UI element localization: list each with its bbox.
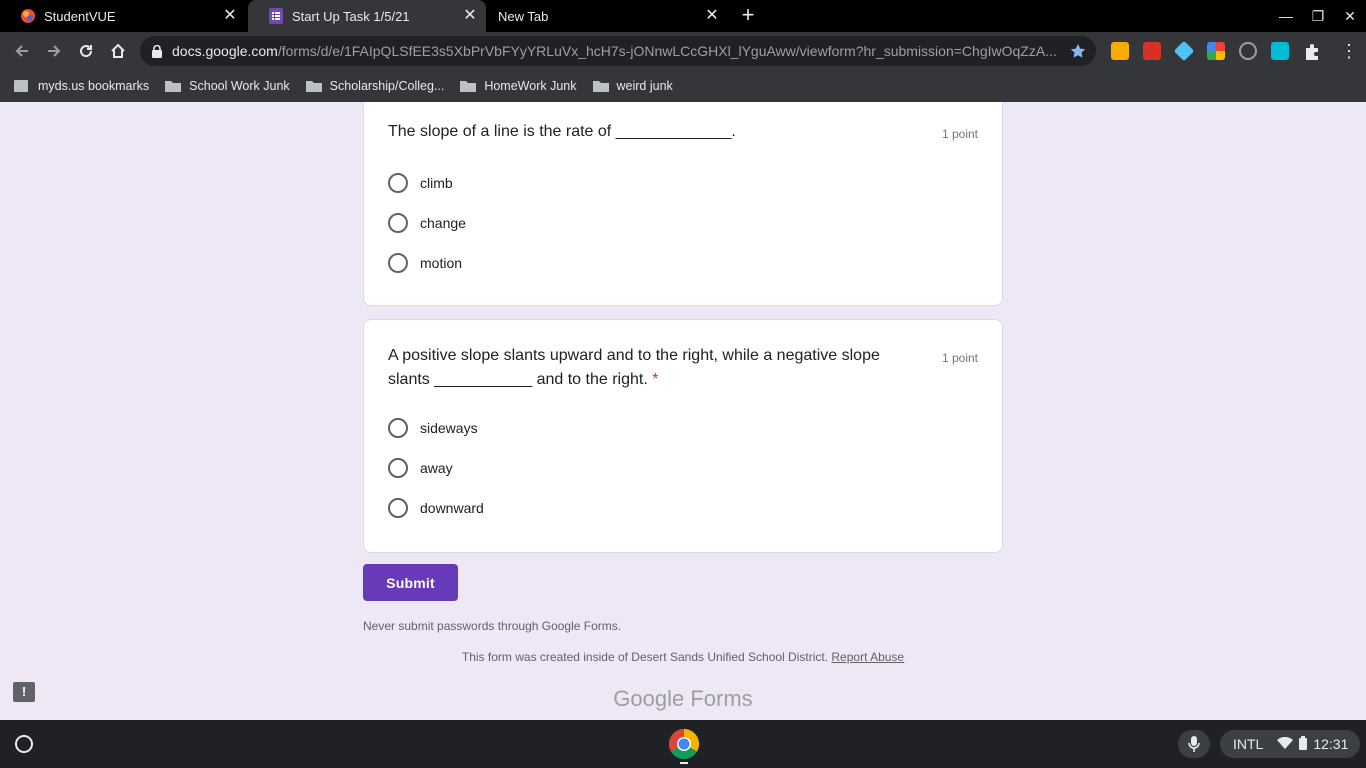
radio-option-downward[interactable]: downward [388,496,484,520]
tab-title: New Tab [498,8,549,24]
menu-kebab-icon[interactable]: ⋮ [1340,42,1358,60]
question-card-1: The slope of a line is the rate of _____… [363,102,1003,306]
bookmark-star-icon[interactable] [1070,43,1086,59]
bookmark-folder-weird[interactable]: weird junk [592,79,673,93]
radio-option-climb[interactable]: climb [388,171,453,195]
option-label: motion [420,255,463,271]
radio-option-away[interactable]: away [388,456,453,480]
home-icon[interactable] [106,39,130,63]
wifi-icon [1277,736,1294,752]
radio-option-motion[interactable]: motion [388,251,462,275]
bookmark-label: Scholarship/Colleg... [329,79,445,93]
radio-option-change[interactable]: change [388,211,466,235]
bookmark-label: myds.us bookmarks [38,79,150,93]
radio-button[interactable] [388,498,408,518]
address-bar[interactable]: docs.google.com/forms/d/e/1FAIpQLSfEE3s5… [140,36,1096,66]
clock-time: 12:31 [1313,736,1349,752]
url-text: docs.google.com/forms/d/e/1FAIpQLSfEE3s5… [172,43,1062,59]
google-forms-logo: Google Forms [613,686,753,711]
radio-button[interactable] [388,253,408,273]
page-icon [14,80,28,92]
url-path: /forms/d/e/1FAIpQLSfEE3s5XbPrVbFYyYRLuVx… [277,43,1057,59]
link-extension-icon[interactable] [1271,42,1289,60]
bookmark-extension-icon[interactable] [1143,42,1161,60]
puzzle-extensions-icon[interactable] [1303,43,1321,61]
folder-icon [165,81,182,92]
close-icon[interactable]: ✕ [222,8,238,24]
studentvue-icon [20,8,36,24]
bookmark-folder-homework[interactable]: HomeWork Junk [460,79,577,93]
bookmark-label: School Work Junk [189,79,290,93]
form-origin-note: This form was created inside of Desert S… [0,650,1366,664]
option-label: climb [420,175,453,191]
power-extension-icon[interactable] [1239,42,1257,60]
question-card-2: A positive slope slants upward and to th… [363,319,1003,553]
required-asterisk: * [652,371,659,388]
bookmark-label: weird junk [616,79,673,93]
radio-option-sideways[interactable]: sideways [388,416,478,440]
close-icon[interactable]: ✕ [462,8,478,24]
bookmark-folder-school-work[interactable]: School Work Junk [165,79,290,93]
input-method-label: INTL [1233,736,1264,752]
classroom-extension-icon[interactable] [1111,42,1129,60]
tab-title: StudentVUE [44,8,116,24]
radio-button[interactable] [388,418,408,438]
bookmark-myds[interactable]: myds.us bookmarks [14,79,149,93]
chrome-icon[interactable] [668,728,700,760]
question-text: The slope of a line is the rate of _____… [388,123,736,140]
launcher-icon[interactable] [15,735,33,753]
lock-icon [152,44,164,58]
minimize-icon[interactable]: — [1276,6,1296,26]
option-label: away [420,460,453,476]
tab-strip: StudentVUE ✕ Start Up Task 1/5/21 ✕ New … [0,0,1366,32]
back-arrow-icon[interactable] [10,39,34,63]
close-icon[interactable]: ✕ [704,8,720,24]
form-page: The slope of a line is the rate of _____… [0,102,1366,720]
apps-extension-icon[interactable] [1207,42,1225,60]
report-abuse-link[interactable]: Report Abuse [831,650,904,664]
created-note-text: This form was created inside of Desert S… [461,650,829,664]
os-shelf: INTL 12:31 [0,720,1366,768]
option-label: change [420,215,466,231]
microphone-icon[interactable] [1178,730,1210,758]
folder-icon [592,81,609,92]
radio-button[interactable] [388,173,408,193]
close-window-icon[interactable]: ✕ [1340,6,1360,26]
question-text-body: A positive slope slants upward and to th… [388,347,880,388]
bookmark-folder-scholarship[interactable]: Scholarship/Colleg... [305,79,445,93]
tab-studentvue[interactable]: StudentVUE ✕ [0,0,246,32]
tab-title: Start Up Task 1/5/21 [292,8,410,24]
feedback-icon[interactable]: ! [13,682,35,702]
folder-icon [305,81,322,92]
forms-icon [268,8,284,24]
url-host: docs.google.com [172,43,278,59]
bookmark-label: HomeWork Junk [484,79,577,93]
password-warning: Never submit passwords through Google Fo… [363,619,622,633]
points-label: 1 point [941,351,978,365]
points-label: 1 point [941,127,978,141]
tab-start-up-task[interactable]: Start Up Task 1/5/21 ✕ [248,0,486,32]
battery-icon [1299,735,1308,753]
radio-button[interactable] [388,213,408,233]
status-tray[interactable]: INTL 12:31 [1220,730,1360,758]
forward-arrow-icon[interactable] [42,39,66,63]
option-label: sideways [420,420,478,436]
restore-icon[interactable]: ❐ [1308,6,1328,26]
folder-icon [460,81,477,92]
new-tab-plus-icon[interactable]: + [736,4,760,28]
tab-new-tab[interactable]: New Tab ✕ [488,0,728,32]
radio-button[interactable] [388,458,408,478]
browser-toolbar: docs.google.com/forms/d/e/1FAIpQLSfEE3s5… [0,32,1366,70]
submit-button[interactable]: Submit [363,564,458,601]
option-label: downward [420,500,484,516]
reload-icon[interactable] [74,39,98,63]
question-text: A positive slope slants upward and to th… [388,344,908,392]
active-app-indicator [680,762,688,764]
bookmarks-bar: myds.us bookmarks School Work Junk Schol… [0,70,1366,102]
